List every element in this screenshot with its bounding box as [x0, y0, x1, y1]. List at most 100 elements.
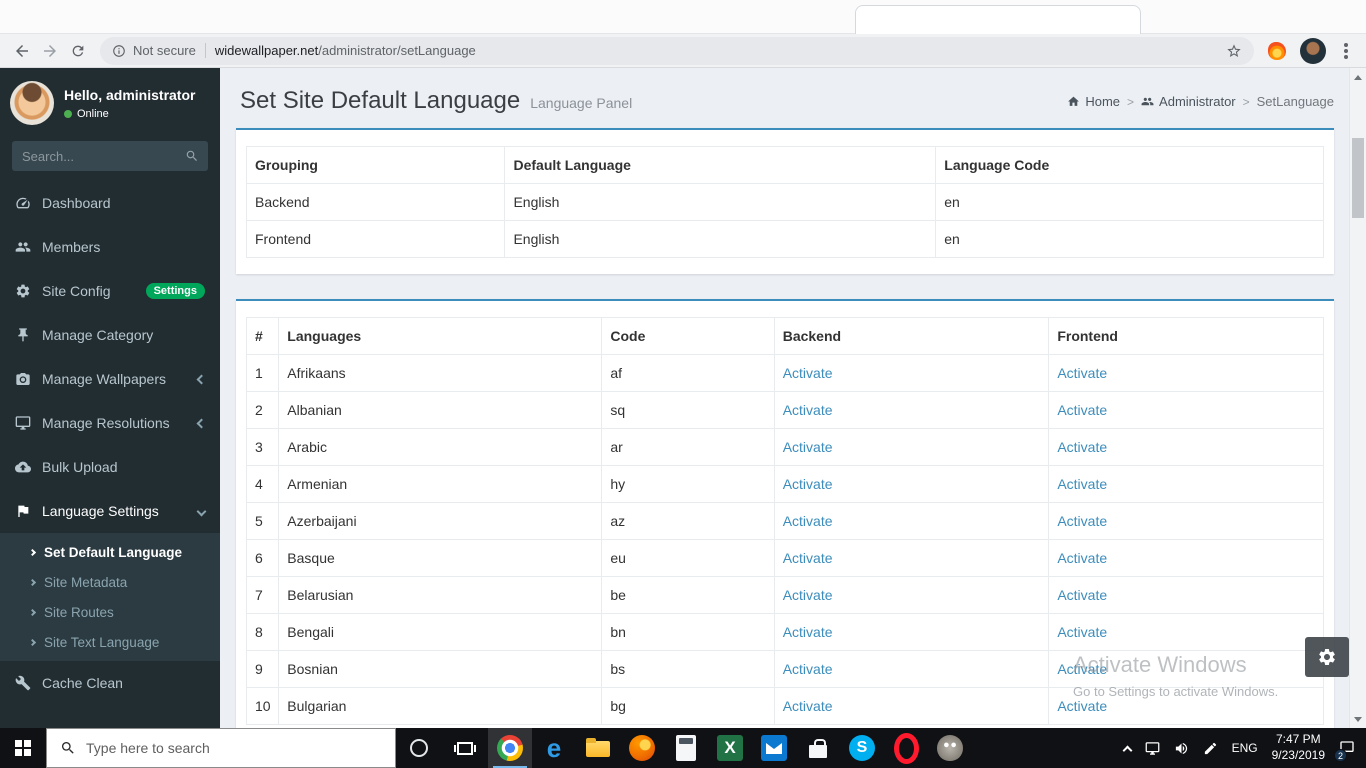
breadcrumb-home[interactable]: Home — [1067, 94, 1120, 109]
sidebar-item-manage-resolutions[interactable]: Manage Resolutions — [0, 401, 220, 445]
language-indicator[interactable]: ENG — [1225, 728, 1265, 768]
frontend-activate-link[interactable]: Activate — [1057, 698, 1107, 714]
nav-label: Language Settings — [42, 503, 187, 519]
sidebar-subitem-site-routes[interactable]: Site Routes — [0, 597, 220, 627]
sidebar-item-language-settings[interactable]: Language Settings — [0, 489, 220, 533]
edge-icon[interactable] — [532, 728, 576, 768]
backend-activate-link[interactable]: Activate — [783, 402, 833, 418]
sidebar-item-bulk-upload[interactable]: Bulk Upload — [0, 445, 220, 489]
frontend-activate-link[interactable]: Activate — [1057, 624, 1107, 640]
opera-icon[interactable] — [884, 728, 928, 768]
pen-tray-button[interactable] — [1196, 728, 1225, 768]
forward-button[interactable] — [36, 37, 64, 65]
browser-profile-avatar[interactable] — [1300, 38, 1326, 64]
backend-activate-link[interactable]: Activate — [783, 587, 833, 603]
frontend-cell: Activate — [1049, 577, 1324, 614]
frontend-activate-link[interactable]: Activate — [1057, 661, 1107, 677]
network-tray-button[interactable] — [1138, 728, 1167, 768]
frontend-activate-link[interactable]: Activate — [1057, 476, 1107, 492]
backend-activate-link[interactable]: Activate — [783, 365, 833, 381]
gimp-icon[interactable] — [928, 728, 972, 768]
sidebar-item-site-config[interactable]: Site Config Settings — [0, 269, 220, 313]
chrome-icon[interactable] — [488, 728, 532, 768]
backend-activate-link[interactable]: Activate — [783, 698, 833, 714]
subnav-label: Site Text Language — [44, 635, 159, 650]
sidebar-item-manage-category[interactable]: Manage Category — [0, 313, 220, 357]
file-explorer-icon[interactable] — [576, 728, 620, 768]
column-header-frontend: Frontend — [1049, 318, 1324, 355]
breadcrumb: Home > Administrator > SetLanguage — [1067, 94, 1334, 109]
extension-icon[interactable] — [1268, 42, 1286, 60]
backend-activate-link[interactable]: Activate — [783, 624, 833, 640]
sidebar-search-input[interactable] — [12, 141, 176, 171]
scrollbar-thumb[interactable] — [1352, 138, 1364, 218]
site-config-icon — [15, 283, 31, 299]
sidebar-subitem-set-default-language[interactable]: Set Default Language — [0, 537, 220, 567]
store-icon[interactable] — [796, 728, 840, 768]
taskbar-search[interactable]: Type here to search — [46, 728, 396, 768]
opera-logo — [893, 735, 919, 761]
bookmark-star-button[interactable] — [1226, 43, 1242, 59]
backend-activate-link[interactable]: Activate — [783, 513, 833, 529]
default-language-box: Grouping Default Language Language Code … — [236, 128, 1334, 274]
tray-date: 9/23/2019 — [1272, 748, 1325, 764]
backend-activate-link[interactable]: Activate — [783, 550, 833, 566]
skype-icon[interactable] — [840, 728, 884, 768]
reload-button[interactable] — [64, 37, 92, 65]
sidebar-subitem-site-metadata[interactable]: Site Metadata — [0, 567, 220, 597]
sidebar-item-dashboard[interactable]: Dashboard — [0, 181, 220, 225]
language-row: 3ArabicarActivateActivate — [247, 429, 1324, 466]
frontend-activate-link[interactable]: Activate — [1057, 402, 1107, 418]
frontend-activate-link[interactable]: Activate — [1057, 513, 1107, 529]
breadcrumb-administrator[interactable]: Administrator — [1141, 94, 1236, 109]
tray-overflow-button[interactable] — [1117, 728, 1138, 768]
page-scrollbar[interactable] — [1349, 68, 1366, 728]
backend-activate-link[interactable]: Activate — [783, 661, 833, 677]
back-button[interactable] — [8, 37, 36, 65]
browser-tab[interactable] — [855, 5, 1141, 35]
start-button[interactable] — [0, 728, 46, 768]
sidebar-item-manage-wallpapers[interactable]: Manage Wallpapers — [0, 357, 220, 401]
task-view-button[interactable] — [442, 728, 488, 768]
sidebar-search-button[interactable] — [176, 141, 208, 171]
column-header-language-code: Language Code — [936, 147, 1324, 184]
settings-gear-button[interactable] — [1305, 637, 1349, 677]
row-number: 2 — [247, 392, 279, 429]
action-center-button[interactable]: 2 — [1332, 728, 1362, 768]
browser-menu-button[interactable] — [1344, 49, 1348, 53]
triangle-down-icon — [1354, 717, 1362, 722]
frontend-activate-link[interactable]: Activate — [1057, 365, 1107, 381]
resolutions-icon — [15, 415, 31, 431]
user-panel: Hello, administrator Online — [0, 68, 220, 135]
nav-label: Bulk Upload — [42, 459, 205, 475]
language-row: 5AzerbaijaniazActivateActivate — [247, 503, 1324, 540]
taskbar: Type here to search ENG 7:47 PM 9/23/201… — [0, 728, 1366, 768]
excel-icon[interactable] — [708, 728, 752, 768]
frontend-activate-link[interactable]: Activate — [1057, 439, 1107, 455]
row-number: 7 — [247, 577, 279, 614]
calculator-icon[interactable] — [664, 728, 708, 768]
mail-icon[interactable] — [752, 728, 796, 768]
sidebar-subitem-site-text-language[interactable]: Site Text Language — [0, 627, 220, 657]
row-number: 6 — [247, 540, 279, 577]
backend-activate-link[interactable]: Activate — [783, 439, 833, 455]
address-bar[interactable]: Not secure widewallpaper.net/administrat… — [100, 37, 1254, 65]
volume-tray-button[interactable] — [1167, 728, 1196, 768]
sidebar-item-members[interactable]: Members — [0, 225, 220, 269]
frontend-activate-link[interactable]: Activate — [1057, 587, 1107, 603]
firefox-icon[interactable] — [620, 728, 664, 768]
backend-cell: Activate — [774, 503, 1049, 540]
column-header-number: # — [247, 318, 279, 355]
chevron-right-icon — [29, 548, 36, 555]
scrollbar-up-button[interactable] — [1350, 69, 1366, 85]
backend-activate-link[interactable]: Activate — [783, 476, 833, 492]
language-cell: English — [505, 184, 936, 221]
language-row: 4ArmenianhyActivateActivate — [247, 466, 1324, 503]
cortana-button[interactable] — [396, 728, 442, 768]
sidebar-item-cache-clean[interactable]: Cache Clean — [0, 661, 220, 705]
scrollbar-down-button[interactable] — [1350, 711, 1366, 727]
frontend-activate-link[interactable]: Activate — [1057, 550, 1107, 566]
wallpapers-icon — [15, 371, 31, 387]
taskbar-clock[interactable]: 7:47 PM 9/23/2019 — [1265, 728, 1332, 768]
crumb-label: Home — [1085, 94, 1120, 109]
